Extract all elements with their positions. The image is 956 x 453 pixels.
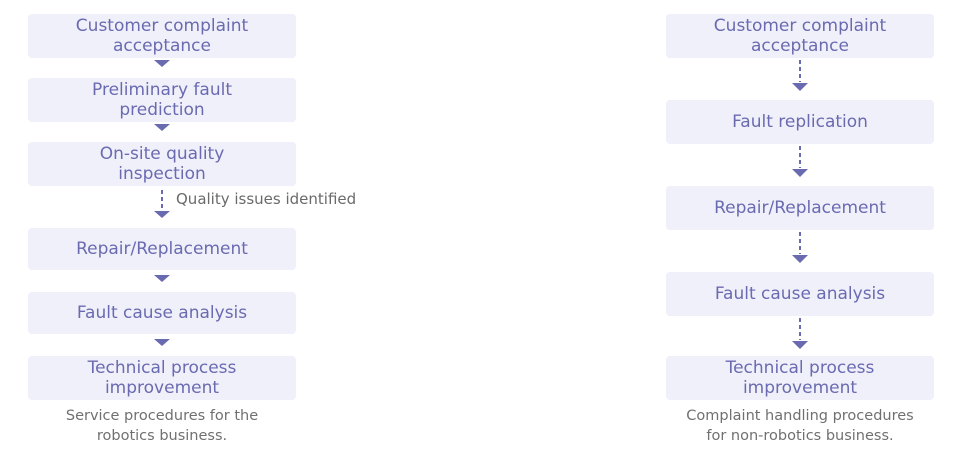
step-preliminary-fault-prediction: Preliminary fault prediction [28, 78, 296, 122]
step-fault-cause-analysis: Fault cause analysis [666, 272, 934, 316]
step-technical-process-improvement: Technical process improvement [666, 356, 934, 400]
step-customer-complaint-acceptance: Customer complaint acceptance [28, 14, 296, 58]
dashed-arrow-down-icon [790, 58, 810, 94]
arrow-down-icon [152, 336, 172, 348]
dashed-arrow-down-icon [790, 144, 810, 180]
step-technical-process-improvement: Technical process improvement [28, 356, 296, 400]
step-fault-replication: Fault replication [666, 100, 934, 144]
step-repair-replacement: Repair/Replacement [28, 228, 296, 270]
dashed-arrow-down-icon [790, 316, 810, 352]
arrow-down-icon [152, 58, 172, 68]
arrow-down-icon [152, 272, 172, 284]
step-customer-complaint-acceptance: Customer complaint acceptance [666, 14, 934, 58]
right-flow-caption: Complaint handling procedures for non-ro… [686, 408, 914, 444]
step-repair-replacement: Repair/Replacement [666, 186, 934, 230]
dashed-arrow-down-icon [790, 230, 810, 266]
step-on-site-quality-inspection: On-site quality inspection [28, 142, 296, 186]
dashed-arrow-down-icon [152, 188, 172, 220]
branch-label: Quality issues identified [176, 190, 357, 208]
arrow-down-icon [152, 122, 172, 132]
left-flow-caption: Service procedures for the robotics busi… [65, 408, 259, 444]
step-fault-cause-analysis: Fault cause analysis [28, 292, 296, 334]
